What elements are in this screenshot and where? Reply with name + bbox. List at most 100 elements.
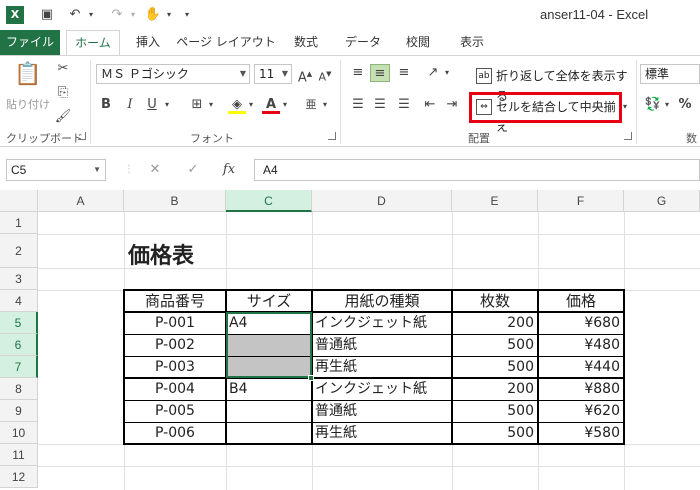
select-all-corner[interactable] (0, 190, 38, 212)
cell-quantity[interactable]: 500 (452, 334, 538, 356)
cell-product-id[interactable]: P-005 (124, 400, 226, 422)
cell-paper-type[interactable]: 再生紙 (312, 356, 452, 378)
header-cell-price[interactable]: 価格 (538, 290, 624, 312)
cell-paper-type[interactable]: 普通紙 (312, 334, 452, 356)
cell-price[interactable]: ¥680 (538, 312, 624, 334)
align-bottom-icon[interactable]: ≡ (394, 64, 414, 82)
tab-page-layout[interactable]: ページ レイアウト (176, 30, 276, 55)
row-header-11[interactable]: 11 (0, 444, 38, 466)
cell-quantity[interactable]: 200 (452, 378, 538, 400)
cell-product-id[interactable]: P-001 (124, 312, 226, 334)
redo-dropdown-icon[interactable]: ▾ (124, 6, 142, 24)
cell-product-id[interactable]: P-002 (124, 334, 226, 356)
align-center-icon[interactable]: ☰ (370, 96, 390, 114)
tab-formulas[interactable]: 数式 (284, 30, 328, 55)
formula-input[interactable]: A4 (254, 159, 700, 181)
copy-icon[interactable]: ⎘ (54, 84, 72, 102)
tab-view[interactable]: 表示 (450, 30, 494, 55)
fill-color-icon[interactable]: ◈ (228, 96, 246, 114)
cell-price[interactable]: ¥880 (538, 378, 624, 400)
cell-product-id[interactable]: P-006 (124, 422, 226, 444)
border-icon[interactable]: ⊞ (188, 96, 206, 114)
column-header-f[interactable]: F (538, 190, 624, 212)
row-header-5[interactable]: 5 (0, 312, 38, 334)
align-top-icon[interactable]: ≡ (348, 64, 368, 82)
undo-dropdown-icon[interactable]: ▾ (82, 6, 100, 24)
cell-price[interactable]: ¥580 (538, 422, 624, 444)
cell-quantity[interactable]: 500 (452, 356, 538, 378)
font-launcher-icon[interactable] (328, 132, 336, 140)
increase-indent-icon[interactable]: ⇥ (442, 96, 462, 114)
cell-price[interactable]: ¥620 (538, 400, 624, 422)
header-cell-quantity[interactable]: 枚数 (452, 290, 538, 312)
paste-icon[interactable]: 📋 (14, 62, 41, 88)
chevron-down-icon[interactable]: ▾ (246, 96, 256, 114)
tab-file[interactable]: ファイル (0, 30, 60, 55)
row-header-3[interactable]: 3 (0, 268, 38, 290)
orientation-icon[interactable]: ↗ (424, 64, 442, 82)
row-header-8[interactable]: 8 (0, 378, 38, 400)
align-left-icon[interactable]: ☰ (348, 96, 368, 114)
row-header-4[interactable]: 4 (0, 290, 38, 312)
cancel-icon[interactable]: ✕ (144, 159, 166, 181)
header-cell-size[interactable]: サイズ (226, 290, 312, 312)
decrease-indent-icon[interactable]: ⇤ (420, 96, 440, 114)
decrease-font-icon[interactable]: A▼ (316, 65, 334, 84)
insert-function-icon[interactable]: fx (218, 159, 240, 181)
chevron-down-icon[interactable]: ▾ (320, 96, 330, 114)
paste-label[interactable]: 貼り付け (6, 96, 50, 112)
row-header-6[interactable]: 6 (0, 334, 38, 356)
cell-quantity[interactable]: 500 (452, 422, 538, 444)
chevron-down-icon[interactable]: ▾ (442, 64, 452, 82)
align-middle-icon[interactable]: ≡ (370, 64, 390, 82)
row-header-12[interactable]: 12 (0, 466, 38, 488)
cell-selection[interactable] (226, 312, 312, 378)
tab-home[interactable]: ホーム (66, 30, 120, 56)
cell-size[interactable] (226, 422, 312, 444)
font-name-select[interactable]: ＭＳ Ｐゴシック ▼ (96, 64, 250, 84)
column-header-b[interactable]: B (124, 190, 226, 212)
format-painter-icon[interactable]: 🖌 (54, 108, 72, 126)
italic-icon[interactable]: I (122, 96, 138, 114)
font-size-select[interactable]: 11 ▼ (254, 64, 292, 84)
cell-product-id[interactable]: P-004 (124, 378, 226, 400)
phonetic-icon[interactable]: 亜 (302, 96, 320, 114)
row-header-1[interactable]: 1 (0, 212, 38, 234)
cell-paper-type[interactable]: 再生紙 (312, 422, 452, 444)
header-cell-paper-type[interactable]: 用紙の種類 (312, 290, 452, 312)
cell-price[interactable]: ¥440 (538, 356, 624, 378)
column-header-g[interactable]: G (624, 190, 700, 212)
increase-font-icon[interactable]: A▲ (296, 65, 314, 85)
align-right-icon[interactable]: ☰ (394, 96, 414, 114)
row-header-7[interactable]: 7 (0, 356, 38, 378)
tab-review[interactable]: 校閲 (396, 30, 440, 55)
customize-qat-icon[interactable]: ▾ (178, 6, 196, 24)
underline-icon[interactable]: U (144, 96, 160, 114)
currency-icon[interactable]: 💱 (644, 96, 662, 114)
header-cell-product-id[interactable]: 商品番号 (124, 290, 226, 312)
cell-paper-type[interactable]: 普通紙 (312, 400, 452, 422)
wrap-text-button[interactable]: ab 折り返して全体を表示する (474, 66, 630, 103)
font-color-icon[interactable]: A (262, 96, 280, 114)
column-header-d[interactable]: D (312, 190, 452, 212)
column-header-a[interactable]: A (38, 190, 124, 212)
drag-handle-icon[interactable]: ⋮ (118, 159, 140, 181)
name-box[interactable]: C5 ▼ (6, 159, 106, 181)
touch-dropdown-icon[interactable]: ▾ (160, 6, 178, 24)
clipboard-launcher-icon[interactable] (78, 132, 86, 140)
cell-paper-type[interactable]: インクジェット紙 (312, 312, 452, 334)
chevron-down-icon[interactable]: ▾ (280, 96, 290, 114)
bold-icon[interactable]: B (98, 96, 114, 114)
cell-paper-type[interactable]: インクジェット紙 (312, 378, 452, 400)
alignment-launcher-icon[interactable] (624, 132, 632, 140)
percent-icon[interactable]: % (676, 96, 694, 114)
enter-icon[interactable]: ✓ (182, 159, 204, 181)
cell-price[interactable]: ¥480 (538, 334, 624, 356)
chevron-down-icon[interactable]: ▾ (662, 96, 672, 114)
row-header-2[interactable]: 2 (0, 234, 38, 268)
column-header-e[interactable]: E (452, 190, 538, 212)
tab-data[interactable]: データ (338, 30, 388, 55)
tab-insert[interactable]: 挿入 (126, 30, 170, 55)
save-icon[interactable]: ▣ (38, 6, 56, 24)
row-header-9[interactable]: 9 (0, 400, 38, 422)
